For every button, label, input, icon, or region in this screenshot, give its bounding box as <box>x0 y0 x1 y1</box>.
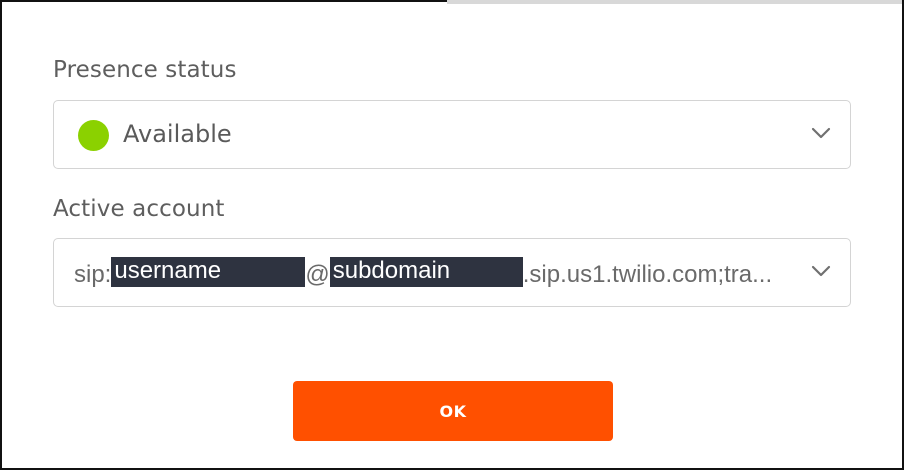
presence-status-label: Presence status <box>53 57 237 83</box>
redacted-username: username <box>111 256 306 287</box>
sip-domain-suffix: .sip.us1.twilio.com;tra... <box>522 261 773 288</box>
active-account-label: Active account <box>53 196 225 222</box>
chevron-down-icon[interactable] <box>810 263 832 279</box>
presence-status-value: Available <box>123 120 232 148</box>
chevron-down-icon[interactable] <box>810 125 832 141</box>
window-top-edge <box>447 0 902 4</box>
ok-button[interactable]: OK <box>293 381 613 441</box>
sip-prefix: sip: <box>74 261 112 288</box>
at-sign: @ <box>305 261 330 288</box>
available-status-icon <box>78 120 109 151</box>
presence-status-select[interactable]: Available <box>53 100 851 169</box>
redacted-subdomain: subdomain <box>329 256 523 287</box>
active-account-value: sip: username @ subdomain .sip.us1.twilio.co… <box>74 256 773 289</box>
presence-dialog: Presence status Available Active account… <box>0 0 904 470</box>
active-account-select[interactable]: sip: username @ subdomain .sip.us1.twilio.co… <box>53 238 851 307</box>
